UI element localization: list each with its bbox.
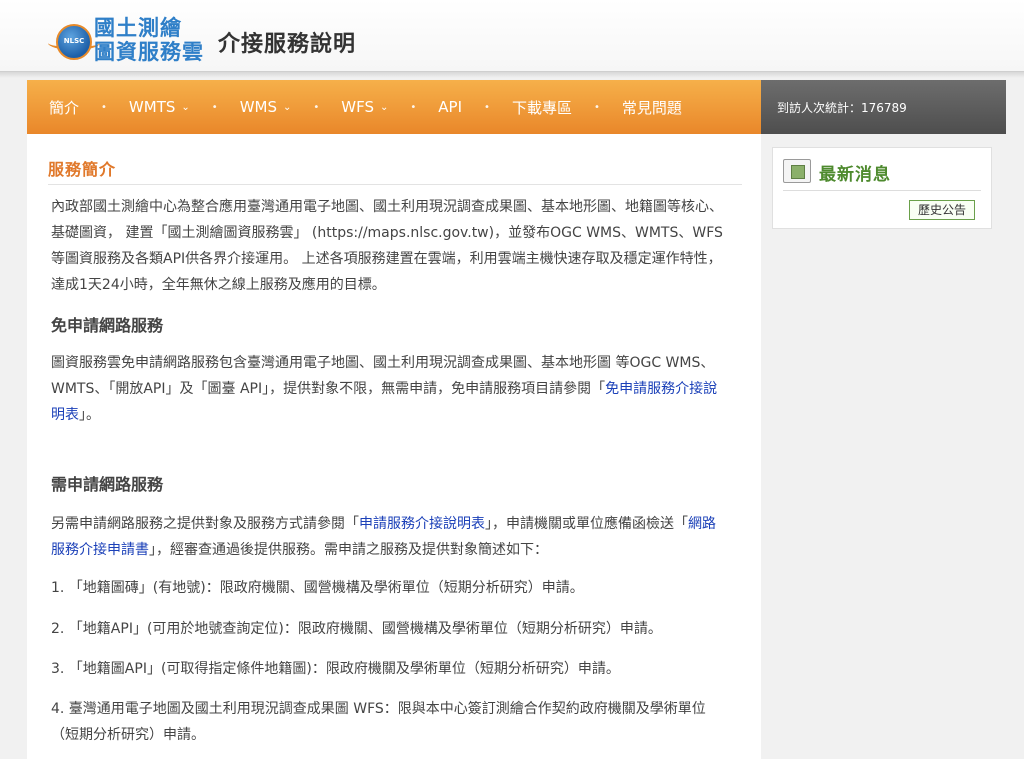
apply-text-3: 」，經審查通過後提供服務。需申請之服務及提供對象簡述如下： — [149, 542, 548, 558]
nav-separator: • — [484, 101, 490, 113]
main-content: 服務簡介 內政部國土測繪中心為整合應用臺灣通用電子地圖、國土利用現況調查成果圖、… — [27, 134, 761, 759]
divider — [783, 190, 981, 191]
list-item: 4. 臺灣通用電子地圖及國土利用現況調查成果圖 WFS：限與本中心簽訂測繪合作契… — [51, 701, 706, 743]
apply-service-table-link[interactable]: 申請服務介接說明表 — [359, 516, 485, 532]
header-shadow — [0, 72, 1024, 78]
nav-item-wmts[interactable]: WMTS ⌄ — [107, 98, 190, 116]
news-panel: 最新消息 歷史公告 — [772, 147, 992, 229]
nav-label: 常見問題 — [621, 98, 682, 117]
nav-label: 簡介 — [49, 98, 80, 117]
nav-label: 下載專區 — [511, 98, 572, 117]
site-header: NLSC 國土測繪 圖資服務雲 介接服務說明 — [0, 0, 1024, 72]
nav-item-api[interactable]: API — [416, 98, 462, 116]
news-title: 最新消息 — [819, 165, 891, 185]
sidebar: 最新消息 歷史公告 — [761, 134, 1006, 759]
apply-service-paragraph: 另需申請網路服務之提供對象及服務方式請參閱「申請服務介接說明表」，申請機關或單位… — [51, 511, 727, 563]
nav-item-faq[interactable]: 常見問題 — [600, 97, 682, 118]
nav-item-downloads[interactable]: 下載專區 — [490, 97, 572, 118]
nav-label: API — [438, 98, 463, 116]
list-item: 1. 「地籍圖磚」(有地號)：限政府機關、國營機構及學術單位（短期分析研究）申請… — [51, 580, 584, 596]
intro-paragraph: 內政部國土測繪中心為整合應用臺灣通用電子地圖、國土利用現況調查成果圖、基本地形圖… — [51, 199, 723, 293]
site-logo[interactable]: NLSC 國土測繪 圖資服務雲 — [48, 12, 210, 64]
section-title: 服務簡介 — [48, 160, 117, 179]
nav-label: WMTS — [128, 98, 176, 116]
logo-badge: NLSC — [63, 37, 85, 45]
chevron-down-icon: ⌄ — [181, 101, 190, 113]
divider — [48, 184, 742, 185]
free-text-2: 」。 — [79, 407, 100, 423]
list-item: 2. 「地籍API」(可用於地號查詢定位)：限政府機關、國營機構及學術單位（短期… — [51, 621, 662, 637]
visitor-counter: 到訪人次統計：176789 — [761, 80, 1006, 134]
nav-separator: • — [101, 101, 107, 113]
chevron-down-icon: ⌄ — [380, 101, 389, 113]
nav-separator: • — [211, 101, 218, 113]
logo-text-line2: 圖資服務雲 — [94, 40, 204, 64]
nav-item-wms[interactable]: WMS ⌄ — [218, 98, 292, 116]
history-announcements-button[interactable]: 歷史公告 — [909, 200, 975, 220]
free-service-paragraph: 圖資服務雲免申請網路服務包含臺灣通用電子地圖、國土利用現況調查成果圖、基本地形圖… — [51, 350, 727, 428]
news-icon — [783, 159, 811, 183]
nav-item-wfs[interactable]: WFS ⌄ — [319, 98, 388, 116]
nav-label: WMS — [239, 98, 277, 116]
globe-icon: NLSC — [56, 24, 92, 60]
nav-separator: • — [593, 101, 600, 113]
nav-item-intro[interactable]: 簡介 — [27, 97, 79, 118]
nav-label: WFS — [341, 98, 374, 116]
nav-separator: • — [313, 101, 320, 113]
chevron-down-icon: ⌄ — [282, 101, 292, 113]
nav-separator: • — [410, 101, 417, 113]
apply-service-heading: 需申請網路服務 — [51, 475, 164, 494]
apply-text-2: 」，申請機關或單位應備函檢送「 — [485, 516, 688, 532]
apply-text-1: 另需申請網路服務之提供對象及服務方式請參閱「 — [51, 516, 359, 532]
list-item: 3. 「地籍圖API」(可取得指定條件地籍圖)：限政府機關及學術單位（短期分析研… — [51, 661, 620, 677]
page-title: 介接服務說明 — [218, 32, 357, 57]
free-service-heading: 免申請網路服務 — [51, 316, 164, 335]
main-nav: 簡介 • WMTS ⌄ • WMS ⌄ • WFS ⌄ • API • 下載專區 • … — [27, 80, 761, 134]
